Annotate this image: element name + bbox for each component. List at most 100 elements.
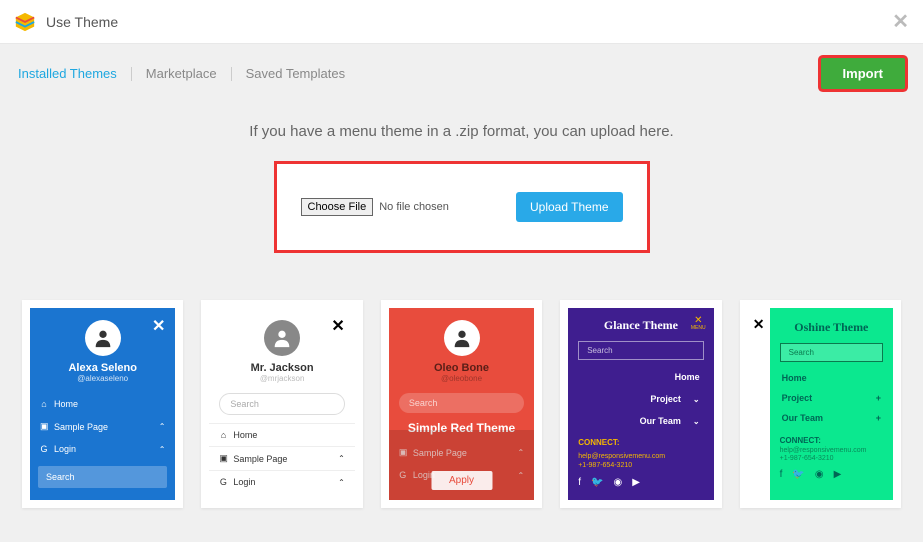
theme-preview: ✕ Alexa Seleno @alexaseleno ⌂Home ▣Sampl… bbox=[30, 308, 175, 500]
theme-preview: ✕ Oshine Theme Search Home Project + Our … bbox=[748, 308, 893, 500]
chevron-up-icon: ⌃ bbox=[159, 422, 166, 431]
instagram-icon: ◉ bbox=[613, 477, 622, 488]
menu-item: G Login ⌃ bbox=[209, 470, 354, 493]
menu-label: Our Team bbox=[640, 416, 681, 426]
login-icon: G bbox=[40, 444, 48, 454]
login-icon: G bbox=[219, 477, 227, 487]
menu-label: Login bbox=[54, 444, 76, 454]
menu-item: ▣ Sample Page ⌃ bbox=[30, 415, 175, 438]
menu-item: Our Team ⌄ bbox=[568, 410, 713, 432]
close-icon[interactable]: ✕ bbox=[892, 9, 909, 34]
facebook-icon: f bbox=[578, 477, 581, 488]
tab-marketplace[interactable]: Marketplace bbox=[132, 66, 231, 81]
theme-card-oshine[interactable]: ✕ Oshine Theme Search Home Project + Our … bbox=[740, 300, 901, 508]
chevron-up-icon: ⌃ bbox=[338, 478, 345, 487]
menu-item: ⌂ Home bbox=[209, 423, 354, 446]
menu-label: Project bbox=[650, 394, 681, 404]
search-input: Search bbox=[219, 393, 344, 415]
menu-label: Sample Page bbox=[54, 422, 108, 432]
tab-saved-templates[interactable]: Saved Templates bbox=[232, 66, 360, 81]
themes-grid: ✕ Alexa Seleno @alexaseleno ⌂Home ▣Sampl… bbox=[0, 300, 923, 508]
search-input: Search bbox=[38, 466, 167, 488]
menu-item: ▣ Sample Page ⌃ bbox=[209, 446, 354, 470]
twitter-icon: 🐦 bbox=[591, 477, 603, 488]
hamburger-icon: ✕MENU bbox=[691, 316, 706, 331]
upload-caption: If you have a menu theme in a .zip forma… bbox=[0, 123, 923, 140]
menu-item: ⌂ Home bbox=[30, 393, 175, 415]
file-input-group: Choose File No file chosen bbox=[301, 198, 449, 216]
menu-label: Project bbox=[782, 393, 813, 403]
social-icons: f 🐦 ◉ ▶ bbox=[568, 471, 713, 494]
contact-email: help@responsivemenu.com bbox=[568, 453, 713, 462]
theme-preview: ✕MENU Glance Theme Search Home Project⌄ … bbox=[568, 308, 713, 500]
page-icon: ▣ bbox=[40, 421, 48, 432]
menu-item: Project + bbox=[770, 388, 893, 408]
choose-file-button[interactable]: Choose File bbox=[301, 198, 374, 216]
menu-label: Home bbox=[233, 430, 257, 440]
home-icon: ⌂ bbox=[219, 430, 227, 440]
avatar-icon bbox=[444, 320, 480, 356]
user-name: Mr. Jackson bbox=[209, 362, 354, 374]
user-handle: @mrjackson bbox=[209, 374, 354, 383]
user-handle: @oleobone bbox=[389, 374, 534, 383]
menu-label: Login bbox=[233, 477, 255, 487]
header-left: Use Theme bbox=[14, 11, 118, 33]
user-name: Oleo Bone bbox=[389, 362, 534, 374]
menu-label: Sample Page bbox=[233, 454, 287, 464]
search-input: Search bbox=[578, 341, 703, 360]
theme-title: Oshine Theme bbox=[770, 320, 893, 335]
avatar-icon bbox=[264, 320, 300, 356]
chevron-down-icon: ⌄ bbox=[693, 395, 700, 404]
theme-preview: Oleo Bone @oleobone Search Simple Red Th… bbox=[389, 308, 534, 500]
modal-title: Use Theme bbox=[46, 14, 118, 30]
close-icon: ✕ bbox=[748, 308, 770, 500]
theme-card-simple-red[interactable]: Oleo Bone @oleobone Search Simple Red Th… bbox=[381, 300, 542, 508]
upload-box: Choose File No file chosen Upload Theme bbox=[277, 164, 647, 250]
instagram-icon: ◉ bbox=[815, 469, 824, 480]
connect-label: CONNECT: bbox=[568, 432, 713, 453]
modal-header: Use Theme ✕ bbox=[0, 0, 923, 44]
tab-installed-themes[interactable]: Installed Themes bbox=[18, 66, 131, 81]
avatar-icon bbox=[85, 320, 121, 356]
tabs-row: Installed Themes Marketplace Saved Templ… bbox=[0, 44, 923, 103]
tabs: Installed Themes Marketplace Saved Templ… bbox=[18, 66, 359, 81]
contact-phone: +1-987-654-3210 bbox=[770, 455, 893, 463]
upload-section: If you have a menu theme in a .zip forma… bbox=[0, 103, 923, 280]
social-icons: f 🐦 ◉ ▶ bbox=[770, 463, 893, 486]
menu-label: Home bbox=[675, 372, 700, 382]
plus-icon: + bbox=[876, 393, 881, 403]
twitter-icon: 🐦 bbox=[792, 469, 804, 480]
chevron-down-icon: ⌄ bbox=[693, 417, 700, 426]
theme-card-jackson[interactable]: ✕ Mr. Jackson @mrjackson Search ⌂ Home ▣ S… bbox=[201, 300, 362, 508]
menu-item: Project ⌄ bbox=[568, 388, 713, 410]
search-input: Search bbox=[399, 393, 524, 413]
menu-label: Home bbox=[54, 399, 78, 409]
page-icon: ▣ bbox=[219, 453, 227, 464]
theme-card-glance[interactable]: ✕MENU Glance Theme Search Home Project⌄ … bbox=[560, 300, 721, 508]
user-handle: @alexaseleno bbox=[30, 374, 175, 383]
theme-body: Oshine Theme Search Home Project + Our Te… bbox=[770, 308, 893, 500]
facebook-icon: f bbox=[780, 469, 783, 480]
plus-icon: + bbox=[876, 413, 881, 423]
file-status-text: No file chosen bbox=[379, 201, 449, 213]
menu-label: MENU bbox=[691, 326, 706, 331]
menu-label: Home bbox=[782, 373, 807, 383]
chevron-up-icon: ⌃ bbox=[338, 454, 345, 463]
import-button[interactable]: Import bbox=[821, 58, 905, 89]
menu-item: Home bbox=[770, 368, 893, 388]
connect-label: CONNECT: bbox=[770, 428, 893, 447]
theme-card-alexa[interactable]: ✕ Alexa Seleno @alexaseleno ⌂Home ▣Sampl… bbox=[22, 300, 183, 508]
youtube-icon: ▶ bbox=[632, 477, 640, 488]
youtube-icon: ▶ bbox=[834, 469, 842, 480]
home-icon: ⌂ bbox=[40, 399, 48, 409]
contact-email: help@responsivemenu.com bbox=[770, 447, 893, 455]
apply-button[interactable]: Apply bbox=[431, 471, 492, 490]
theme-preview: ✕ Mr. Jackson @mrjackson Search ⌂ Home ▣ S… bbox=[209, 308, 354, 500]
search-input: Search bbox=[780, 343, 883, 362]
close-icon: ✕ bbox=[152, 316, 165, 336]
menu-item: Home bbox=[568, 366, 713, 388]
upload-theme-button[interactable]: Upload Theme bbox=[516, 192, 623, 222]
menu-item: Our Team+ bbox=[770, 408, 893, 428]
close-icon: ✕ bbox=[331, 316, 344, 336]
chevron-up-icon: ⌃ bbox=[159, 445, 166, 454]
